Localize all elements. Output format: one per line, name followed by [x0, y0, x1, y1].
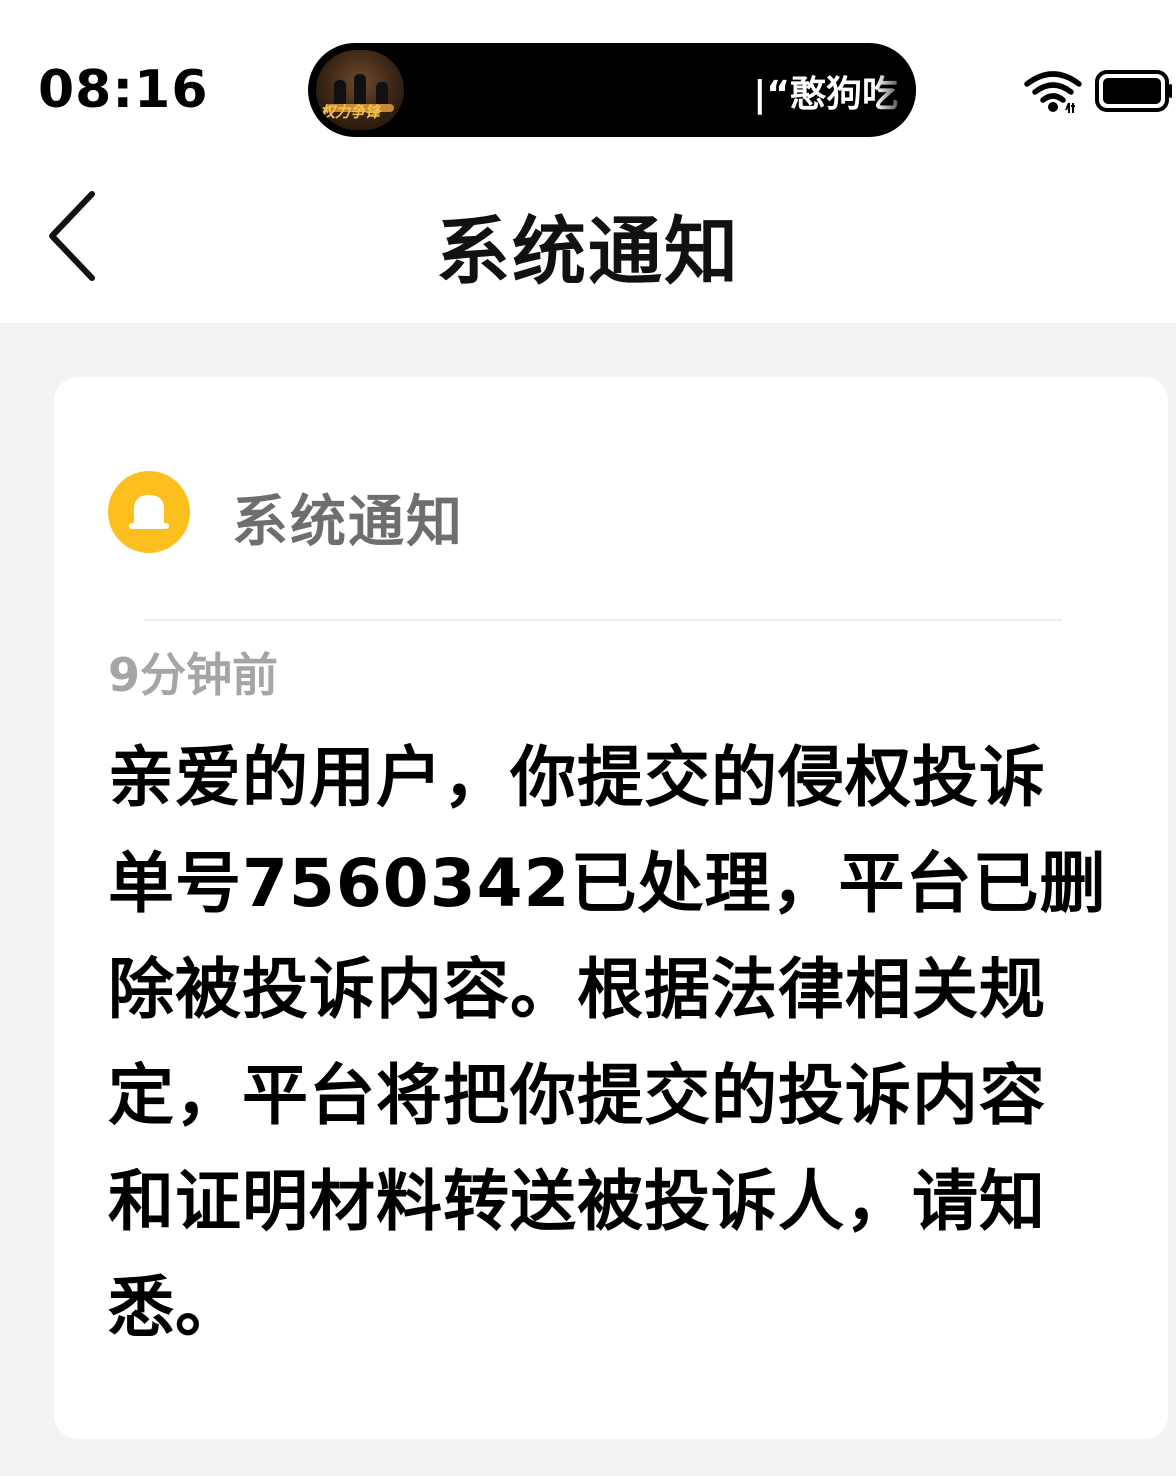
battery-icon — [1095, 70, 1172, 112]
divider — [144, 619, 1062, 621]
media-thumbnail: 权力争锋 — [316, 50, 404, 130]
wifi-icon — [1024, 71, 1082, 113]
bell-icon — [108, 471, 190, 553]
status-time: 08:16 — [38, 60, 209, 120]
notification-message: 亲爱的用户，你提交的侵权投诉单号7560342已处理，平台已删除被投诉内容。根据… — [108, 739, 1107, 1346]
screen: 08:16 权力争锋 |“憨狗吃 系统通知 系统通知 9分钟前 亲爱的用户，你提… — [0, 0, 1176, 1476]
notification-card[interactable]: 系统通知 9分钟前 亲爱的用户，你提交的侵权投诉单号7560342已处理，平台已… — [54, 377, 1168, 1439]
media-thumbnail-title: 权力争锋 — [320, 103, 381, 121]
media-island[interactable]: 权力争锋 |“憨狗吃 — [308, 43, 916, 137]
header: 08:16 权力争锋 |“憨狗吃 系统通知 — [0, 0, 1176, 323]
notification-timestamp: 9分钟前 — [108, 648, 279, 702]
notification-sender: 系统通知 — [232, 490, 464, 555]
page-title: 系统通知 — [436, 209, 740, 295]
